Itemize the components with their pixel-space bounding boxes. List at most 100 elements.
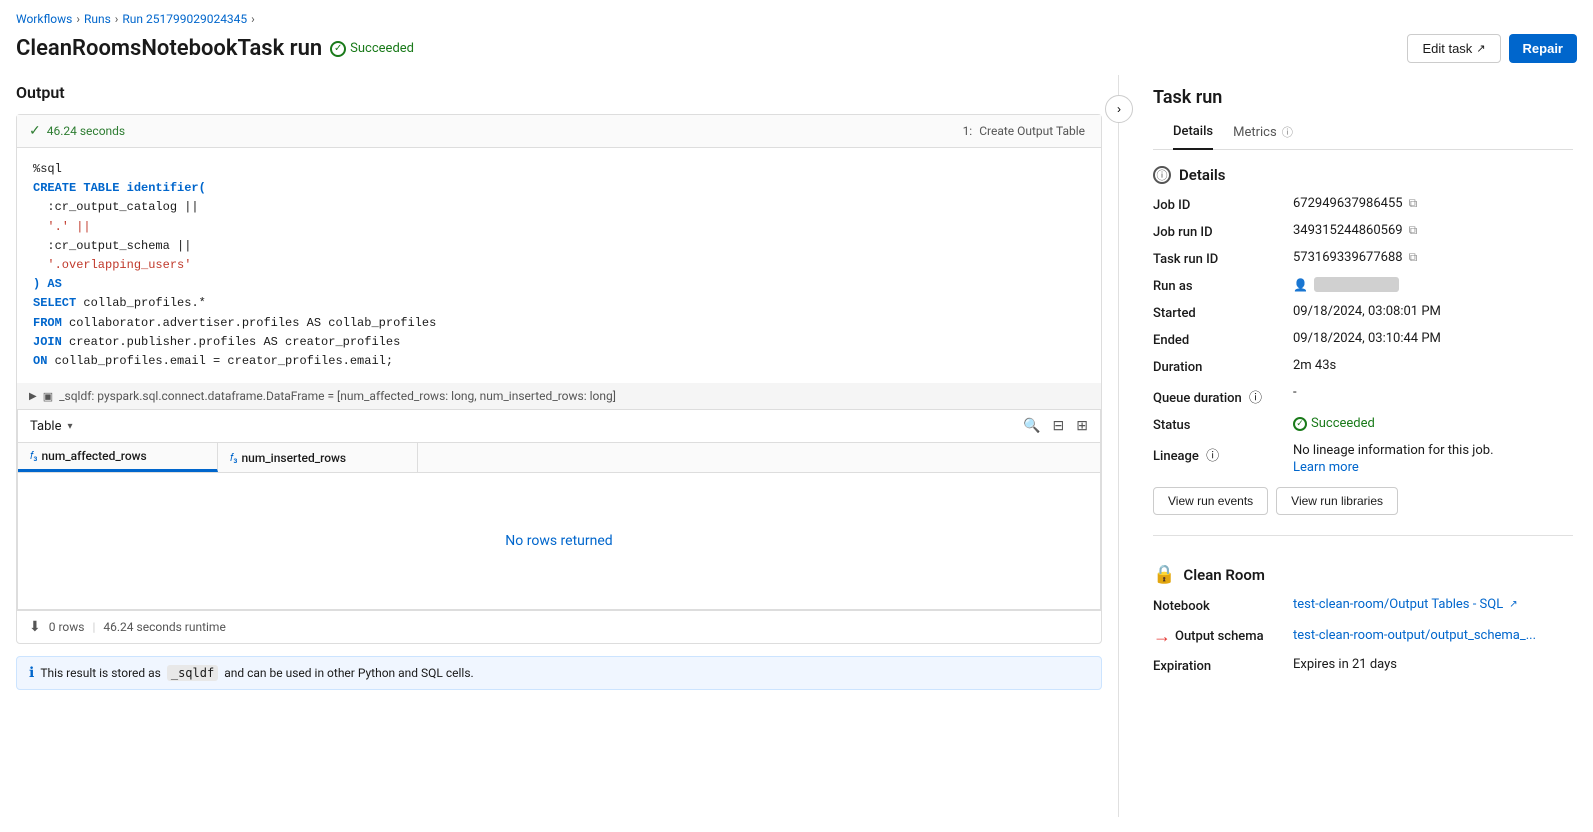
download-icon[interactable]: ⬇ bbox=[29, 619, 41, 635]
filter-icon[interactable]: ⊟ bbox=[1053, 418, 1065, 434]
details-section: ⓘ Details Job ID 672949637986455 ⧉ Job r… bbox=[1133, 150, 1593, 531]
detail-row-ended: Ended 09/18/2024, 03:10:44 PM bbox=[1153, 331, 1573, 348]
value-duration: 2m 43s bbox=[1293, 358, 1336, 373]
edit-task-button[interactable]: Edit task ↗ bbox=[1407, 34, 1500, 63]
value-started: 09/18/2024, 03:08:01 PM bbox=[1293, 304, 1441, 319]
no-rows-message: No rows returned bbox=[18, 473, 1100, 609]
detail-row-output-schema: → Output schema test-clean-room-output/o… bbox=[1153, 624, 1573, 647]
details-info-icon: ⓘ bbox=[1153, 166, 1171, 184]
breadcrumb-run-id[interactable]: Run 251799029024345 bbox=[122, 12, 247, 26]
view-run-libraries-button[interactable]: View run libraries bbox=[1276, 487, 1398, 515]
footer-runtime: 46.24 seconds runtime bbox=[103, 620, 225, 634]
col-type-icon2: 𝑓₃ bbox=[230, 451, 238, 465]
label-ended: Ended bbox=[1153, 331, 1293, 348]
status-check-icon: ✓ bbox=[330, 41, 346, 57]
value-ended: 09/18/2024, 03:10:44 PM bbox=[1293, 331, 1441, 346]
detail-row-queue-duration: Queue duration ⓘ - bbox=[1153, 385, 1573, 406]
label-queue-duration: Queue duration ⓘ bbox=[1153, 385, 1293, 406]
table-toolbar: Table ▾ 🔍 ⊟ ⊞ bbox=[18, 410, 1100, 443]
table-section: Table ▾ 🔍 ⊟ ⊞ 𝑓₃ num_affected_rows bbox=[17, 410, 1101, 610]
value-queue-duration: - bbox=[1293, 385, 1297, 400]
clean-room-title: Clean Room bbox=[1183, 566, 1264, 584]
notebook-external-icon: ↗ bbox=[1509, 599, 1517, 610]
output-schema-arrow-icon: → bbox=[1153, 626, 1171, 647]
cell-step: 1: bbox=[963, 124, 973, 138]
lineage-learn-more-link[interactable]: Learn more bbox=[1293, 460, 1359, 475]
output-schema-link[interactable]: test-clean-room-output/output_schema_... bbox=[1293, 628, 1536, 643]
col-header-num-inserted: 𝑓₃ num_inserted_rows bbox=[218, 443, 418, 472]
label-started: Started bbox=[1153, 304, 1293, 321]
action-buttons: View run events View run libraries bbox=[1153, 487, 1573, 515]
table-dropdown-icon[interactable]: ▾ bbox=[67, 421, 72, 432]
queue-duration-info-icon[interactable]: ⓘ bbox=[1249, 391, 1262, 406]
result-bar-text: _sqldf: pyspark.sql.connect.dataframe.Da… bbox=[59, 389, 616, 403]
columns-icon[interactable]: ⊞ bbox=[1076, 418, 1088, 434]
section-divider bbox=[1153, 535, 1573, 536]
task-run-panel: Task run Details Metrics ⓘ ⓘ Details Job… bbox=[1133, 75, 1593, 817]
copy-job-run-id-button[interactable]: ⧉ bbox=[1409, 223, 1418, 238]
metrics-info-icon: ⓘ bbox=[1282, 126, 1293, 139]
code-content: %sql CREATE TABLE identifier( :cr_output… bbox=[17, 148, 1101, 383]
copy-job-id-button[interactable]: ⧉ bbox=[1409, 196, 1418, 211]
label-lineage: Lineage ⓘ bbox=[1153, 443, 1293, 464]
clean-room-section: 🔒 Clean Room Notebook test-clean-room/Ou… bbox=[1133, 548, 1593, 674]
value-lineage: No lineage information for this job. bbox=[1293, 443, 1494, 458]
cell-duration: 46.24 seconds bbox=[47, 124, 125, 138]
detail-row-job-id: Job ID 672949637986455 ⧉ bbox=[1153, 196, 1573, 213]
task-run-title: Task run bbox=[1153, 87, 1573, 108]
lineage-info-icon[interactable]: ⓘ bbox=[1206, 449, 1219, 464]
detail-row-notebook: Notebook test-clean-room/Output Tables -… bbox=[1153, 597, 1573, 614]
table-header: 𝑓₃ num_affected_rows 𝑓₃ num_inserted_row… bbox=[18, 443, 1100, 473]
value-status: Succeeded bbox=[1311, 416, 1375, 431]
person-icon: 👤 bbox=[1293, 278, 1308, 292]
cell-header: ✓ 46.24 seconds 1: Create Output Table bbox=[17, 115, 1101, 148]
result-icon: ▣ bbox=[43, 390, 53, 403]
breadcrumb: Workflows › Runs › Run 251799029024345 › bbox=[0, 0, 1593, 30]
output-panel: Output ✓ 46.24 seconds 1: Create Output … bbox=[0, 75, 1119, 817]
value-expiration: Expires in 21 days bbox=[1293, 657, 1397, 672]
value-job-id: 672949637986455 bbox=[1293, 196, 1403, 211]
label-output-schema: → Output schema bbox=[1153, 624, 1293, 647]
result-bar[interactable]: ▶ ▣ _sqldf: pyspark.sql.connect.datafram… bbox=[17, 383, 1101, 410]
breadcrumb-runs[interactable]: Runs bbox=[84, 12, 111, 26]
tab-details[interactable]: Details bbox=[1173, 116, 1213, 150]
detail-row-run-as: Run as 👤 user bbox=[1153, 277, 1573, 294]
label-duration: Duration bbox=[1153, 358, 1293, 375]
main-layout: Output ✓ 46.24 seconds 1: Create Output … bbox=[0, 75, 1593, 817]
value-task-run-id: 573169339677688 bbox=[1293, 250, 1403, 265]
task-run-tabs: Details Metrics ⓘ bbox=[1153, 116, 1573, 150]
label-run-as: Run as bbox=[1153, 277, 1293, 294]
label-job-run-id: Job run ID bbox=[1153, 223, 1293, 240]
detail-row-started: Started 09/18/2024, 03:08:01 PM bbox=[1153, 304, 1573, 321]
value-run-as: user bbox=[1314, 277, 1399, 292]
page-title: CleanRoomsNotebookTask run bbox=[16, 36, 322, 61]
col-type-icon: 𝑓₃ bbox=[30, 449, 38, 463]
lock-icon: 🔒 bbox=[1153, 564, 1175, 585]
view-run-events-button[interactable]: View run events bbox=[1153, 487, 1268, 515]
search-icon[interactable]: 🔍 bbox=[1023, 418, 1040, 434]
cell-step-name: Create Output Table bbox=[979, 124, 1085, 138]
status-check-circle: ✓ bbox=[1293, 417, 1307, 431]
col-header-num-affected: 𝑓₃ num_affected_rows bbox=[18, 443, 218, 472]
label-job-id: Job ID bbox=[1153, 196, 1293, 213]
info-icon: ℹ bbox=[29, 665, 34, 681]
breadcrumb-workflows[interactable]: Workflows bbox=[16, 12, 72, 26]
cell-check-icon: ✓ bbox=[29, 123, 41, 139]
repair-button[interactable]: Repair bbox=[1509, 34, 1577, 63]
tab-metrics[interactable]: Metrics ⓘ bbox=[1233, 116, 1293, 150]
info-text-pre: This result is stored as bbox=[40, 666, 161, 680]
notebook-link[interactable]: test-clean-room/Output Tables - SQL bbox=[1293, 597, 1503, 612]
detail-row-lineage: Lineage ⓘ No lineage information for thi… bbox=[1153, 443, 1573, 475]
output-section-title: Output bbox=[16, 75, 1102, 102]
detail-row-job-run-id: Job run ID 349315244860569 ⧉ bbox=[1153, 223, 1573, 240]
code-cell: ✓ 46.24 seconds 1: Create Output Table %… bbox=[16, 114, 1102, 644]
value-job-run-id: 349315244860569 bbox=[1293, 223, 1403, 238]
panel-toggle-button[interactable]: › bbox=[1105, 95, 1133, 123]
label-task-run-id: Task run ID bbox=[1153, 250, 1293, 267]
label-expiration: Expiration bbox=[1153, 657, 1293, 674]
detail-row-expiration: Expiration Expires in 21 days bbox=[1153, 657, 1573, 674]
info-text-post: and can be used in other Python and SQL … bbox=[224, 666, 474, 680]
status-label: Succeeded bbox=[350, 41, 414, 56]
label-status: Status bbox=[1153, 416, 1293, 433]
copy-task-run-id-button[interactable]: ⧉ bbox=[1409, 250, 1418, 265]
